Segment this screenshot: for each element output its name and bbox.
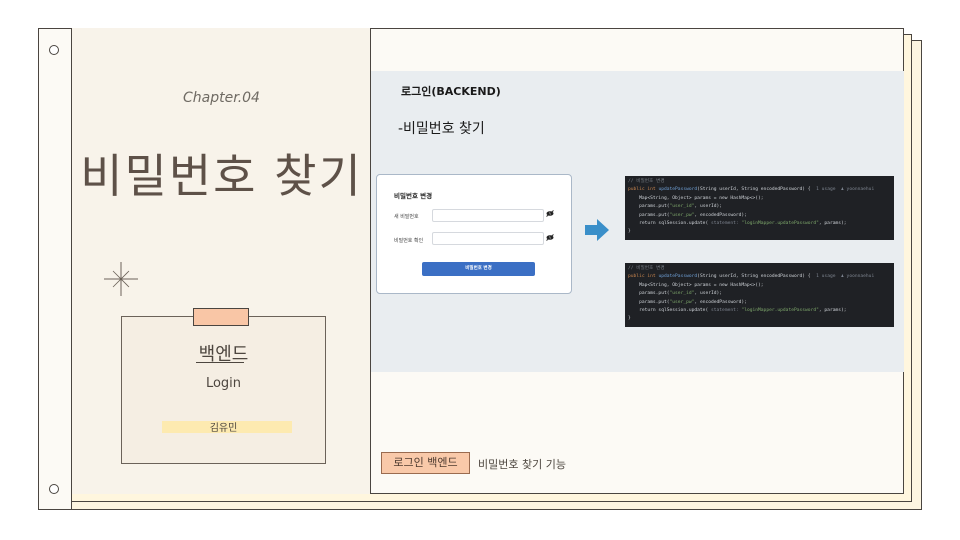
- code-function: updatePassword: [658, 187, 698, 193]
- code-line: , userId);: [694, 204, 723, 210]
- code-args: (String userId, String encodedPassword) …: [697, 274, 811, 280]
- card-subtitle: Login: [205, 376, 242, 391]
- code-string: "loginMapper.updatePassword": [741, 221, 819, 227]
- eye-slash-icon[interactable]: [546, 234, 554, 243]
- code-line: Map<String, Object> params = new HashMap…: [628, 195, 764, 201]
- code-keyword: public int: [628, 274, 659, 280]
- code-line: params.put(: [628, 204, 670, 210]
- code-line: Map<String, Object> params = new HashMap…: [628, 282, 764, 288]
- code-line: , userId);: [694, 291, 723, 297]
- author-name: 김유민: [209, 423, 238, 434]
- arrow-right-icon: [585, 219, 609, 241]
- code-hint: statement:: [708, 221, 742, 227]
- code-line: , encodedPassword);: [694, 212, 747, 218]
- code-comment: // 비밀번호 변경: [628, 266, 665, 271]
- form-title: 비밀번호 변경: [394, 192, 433, 200]
- code-string: "user_id": [669, 291, 695, 297]
- code-hint: 1 usage ♟ yoonnaehui: [816, 187, 875, 193]
- code-function: updatePassword: [658, 274, 698, 280]
- binder-hole-icon: [49, 484, 59, 494]
- code-string: "loginMapper.updatePassword": [741, 308, 819, 314]
- tag-description: 비밀번호 찾기 기능: [478, 458, 566, 471]
- sparkle-icon: [104, 262, 138, 296]
- category-tag: 로그인 백엔드: [381, 452, 470, 474]
- code-hint: statement:: [708, 308, 742, 314]
- new-password-label: 새 비밀번호: [394, 214, 419, 220]
- code-line: }: [628, 229, 631, 235]
- tape-decoration: [193, 308, 249, 326]
- code-block: // 비밀번호 변경 public int updatePassword(Str…: [625, 176, 894, 240]
- code-line: params.put(: [628, 212, 670, 218]
- code-line: , params);: [818, 308, 847, 314]
- section-subtitle: -비밀번호 찾기: [398, 121, 485, 137]
- code-line: return sqlSession.update(: [628, 221, 709, 227]
- confirm-password-label: 비밀번호 확인: [394, 238, 424, 244]
- code-string: "user_pw": [669, 212, 695, 218]
- code-hint: 1 usage ♟ yoonnaehui: [816, 274, 875, 280]
- chapter-label: Chapter.04: [183, 90, 260, 106]
- code-line: , params);: [818, 221, 847, 227]
- binder-hole-icon: [49, 45, 59, 55]
- page-title: 비밀번호 찾기: [80, 149, 363, 203]
- section-title: 로그인(BACKEND): [401, 85, 501, 98]
- confirm-password-input[interactable]: [432, 232, 544, 245]
- new-password-input[interactable]: [432, 209, 544, 222]
- change-password-button[interactable]: 비밀번호 변경: [422, 262, 535, 276]
- code-line: }: [628, 316, 631, 322]
- eye-slash-icon[interactable]: [546, 210, 554, 219]
- code-comment: // 비밀번호 변경: [628, 179, 665, 184]
- card-title-underline: [196, 362, 244, 363]
- code-args: (String userId, String encodedPassword) …: [697, 187, 811, 193]
- code-string: "user_id": [669, 204, 695, 210]
- code-keyword: public int: [628, 187, 659, 193]
- code-line: params.put(: [628, 291, 670, 297]
- code-line: params.put(: [628, 299, 670, 305]
- binder-strip: [38, 28, 72, 510]
- code-line: return sqlSession.update(: [628, 308, 709, 314]
- code-string: "user_pw": [669, 299, 695, 305]
- code-block: // 비밀번호 변경 public int updatePassword(Str…: [625, 263, 894, 327]
- code-line: , encodedPassword);: [694, 299, 747, 305]
